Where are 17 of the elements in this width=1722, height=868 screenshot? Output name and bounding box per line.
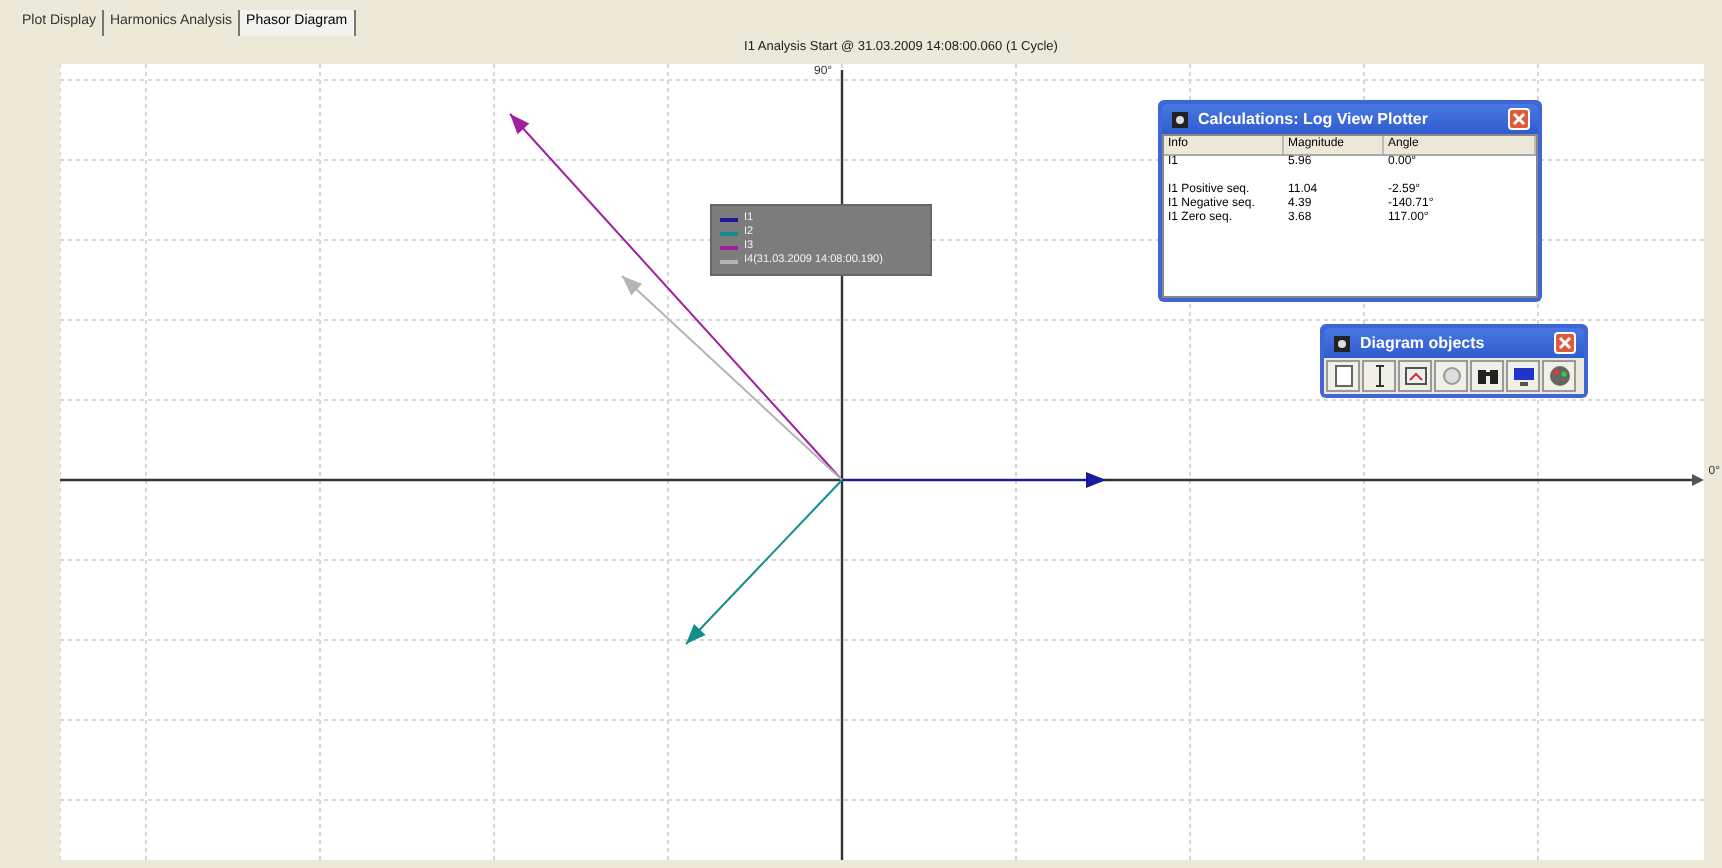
- toolbar-button[interactable]: [1398, 360, 1432, 392]
- toolbar-button[interactable]: [1362, 360, 1396, 392]
- monitor-icon: [1509, 362, 1537, 390]
- close-icon: [1512, 112, 1526, 126]
- toolbar-button[interactable]: [1506, 360, 1540, 392]
- circle-icon: [1437, 362, 1465, 390]
- page-icon: [1329, 362, 1357, 390]
- window-title: Diagram objects: [1360, 331, 1487, 355]
- window-title: Calculations: Log View Plotter: [1198, 107, 1430, 131]
- close-button[interactable]: [1554, 332, 1576, 354]
- close-button[interactable]: [1508, 108, 1530, 130]
- app-icon: [1170, 109, 1190, 129]
- close-icon: [1558, 336, 1572, 350]
- palette-icon: [1545, 362, 1573, 390]
- app-icon: [1332, 333, 1352, 353]
- picture-icon: [1401, 362, 1429, 390]
- toolbar-button[interactable]: [1470, 360, 1504, 392]
